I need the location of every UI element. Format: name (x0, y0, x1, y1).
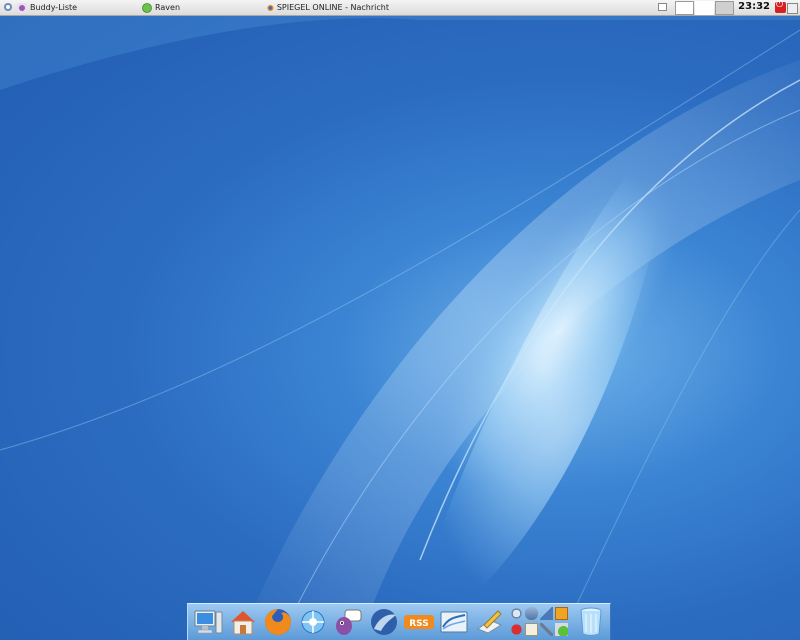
text-editor-launcher[interactable] (473, 605, 506, 639)
folder-applet-icon[interactable] (554, 606, 568, 620)
network-icon (301, 610, 325, 634)
clipboard-applet-icon[interactable] (524, 622, 538, 636)
trash-launcher[interactable] (575, 605, 608, 639)
trash-icon (580, 607, 602, 636)
thunderbird-launcher[interactable] (367, 605, 400, 639)
pidgin-launcher[interactable] (332, 605, 365, 639)
update-applet-icon[interactable] (554, 622, 568, 636)
computer-icon (194, 610, 223, 634)
bug-applet-icon[interactable] (509, 622, 523, 636)
taskbar-item-label: Raven (155, 3, 181, 12)
top-panel: Buddy-Liste Raven SPIEGEL ONLINE - Nachr… (0, 0, 800, 16)
openoffice-icon (440, 611, 468, 633)
taskbar-item-label: SPIEGEL ONLINE - Nachricht (276, 3, 389, 12)
status-online-icon (142, 2, 152, 13)
taskbar-item-label: Buddy-Liste (30, 3, 78, 12)
home-folder-icon (230, 611, 255, 635)
home-folder-launcher[interactable] (226, 605, 259, 639)
bottom-dock: RSS (187, 603, 611, 640)
pidgin-icon (336, 609, 362, 635)
taskbar-item-raven[interactable]: Raven (142, 1, 262, 14)
mail-applet-icon[interactable] (524, 606, 538, 620)
network-launcher[interactable] (297, 605, 330, 639)
workspace-2[interactable] (695, 1, 714, 15)
main-menu-icon[interactable] (3, 2, 13, 12)
firefox-icon (265, 609, 291, 635)
rss-launcher[interactable]: RSS (402, 605, 435, 639)
rss-feed-icon: RSS (403, 615, 434, 629)
workspace-pager (675, 1, 734, 15)
network-applet-icon[interactable] (509, 606, 523, 620)
signal-applet-icon[interactable] (539, 606, 553, 620)
taskbar-item-buddy-list[interactable]: Buddy-Liste (17, 1, 137, 14)
pidgin-icon (17, 2, 27, 13)
firefox-launcher[interactable] (261, 605, 294, 639)
svg-text:RSS: RSS (409, 619, 429, 629)
thunderbird-icon (370, 609, 397, 635)
clock[interactable]: 23:32 (738, 1, 770, 12)
workspace-3[interactable] (715, 1, 734, 15)
tools-applet-icon[interactable] (539, 622, 553, 636)
openoffice-launcher[interactable] (437, 605, 470, 639)
text-editor-icon (477, 610, 503, 634)
taskbar-item-spiegel[interactable]: SPIEGEL ONLINE - Nachricht (267, 1, 389, 14)
computer-launcher[interactable] (191, 605, 224, 639)
show-desktop-button[interactable] (658, 3, 667, 11)
window-list-button[interactable] (787, 3, 798, 14)
workspace-1[interactable] (675, 1, 694, 15)
system-tray-applets (509, 606, 569, 638)
desktop-wallpaper (0, 0, 800, 640)
firefox-icon (267, 4, 274, 11)
power-icon[interactable] (775, 0, 786, 13)
